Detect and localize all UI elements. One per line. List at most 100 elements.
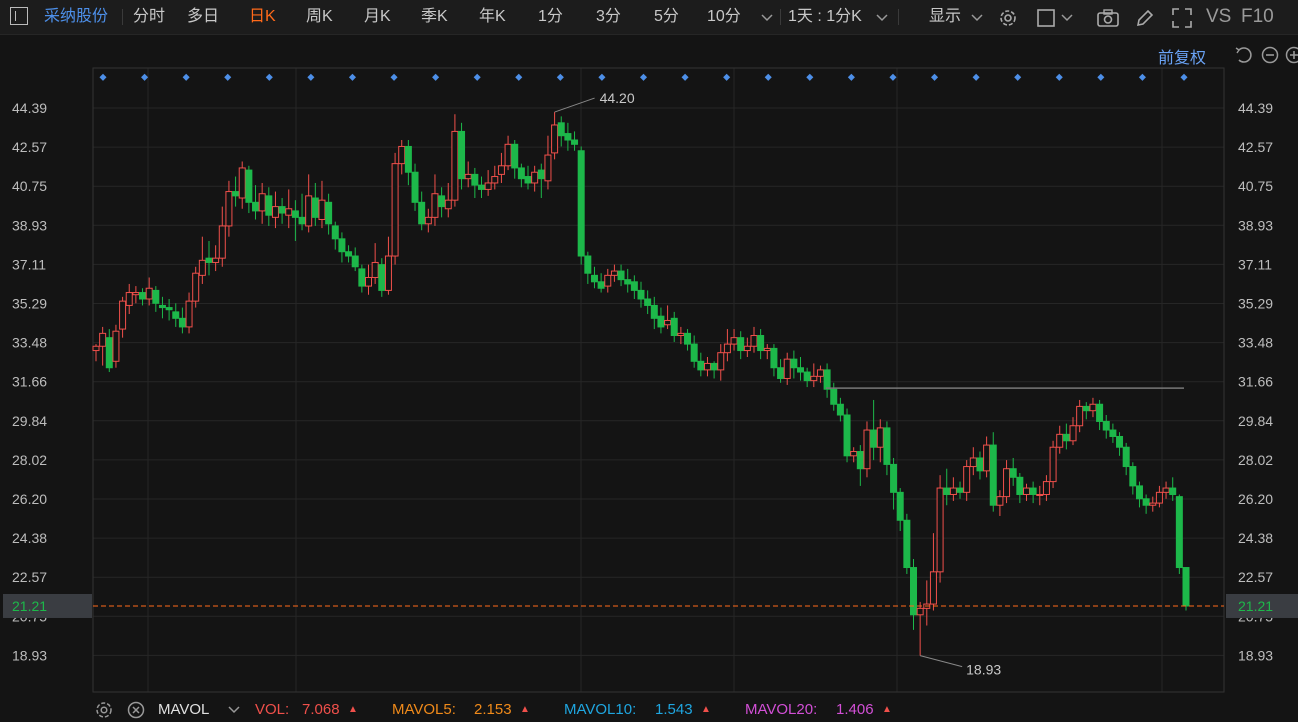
- y-tick-label-right: 40.75: [1238, 178, 1273, 194]
- y-tick-label-right: 37.11: [1238, 256, 1272, 272]
- y-tick-label-right: 22.57: [1238, 569, 1273, 585]
- high-price-label: 44.20: [600, 90, 635, 106]
- candle-up: [916, 607, 924, 616]
- y-tick-label-left: 37.11: [12, 256, 46, 272]
- y-tick-label-right: 18.93: [1238, 647, 1273, 663]
- mavol5-up-arrow-icon: ▲: [520, 704, 530, 715]
- candle-up: [610, 270, 618, 276]
- candle-down: [172, 311, 180, 319]
- candle-down: [803, 371, 811, 382]
- current-price-left: 21.21: [12, 598, 47, 614]
- mavol20-value: 1.406: [836, 701, 874, 718]
- event-marker: [639, 73, 648, 81]
- candle-down: [358, 268, 366, 287]
- kline-chart[interactable]: 44.20 18.93 44.39 42.57 40.75 38.93 37.11 35.2…: [0, 0, 1298, 722]
- candle-down: [896, 491, 904, 521]
- candle-down: [338, 238, 346, 253]
- candle-down: [105, 337, 113, 369]
- candle-down: [1016, 476, 1024, 495]
- candle-up: [497, 165, 505, 175]
- candle-down: [557, 122, 565, 137]
- candle-down: [1062, 433, 1070, 442]
- event-marker: [723, 73, 731, 81]
- current-price-right: 21.21: [1238, 598, 1273, 614]
- y-tick-label-left: 29.84: [12, 413, 47, 429]
- chart-grid: [93, 68, 1224, 692]
- y-tick-label-left: 31.66: [12, 374, 47, 390]
- candle-down: [511, 143, 519, 169]
- candle-down: [165, 307, 173, 311]
- candle-down: [471, 173, 479, 186]
- candle-up: [285, 208, 293, 216]
- y-tick-label-left: 42.57: [12, 139, 47, 155]
- candle-down: [571, 139, 579, 145]
- y-tick-label-left: 22.57: [12, 569, 47, 585]
- indicator-close-icon[interactable]: [126, 698, 146, 722]
- candle-up: [305, 195, 313, 227]
- candle-up: [444, 199, 452, 210]
- y-axis-right: 44.39 42.57 40.75 38.93 37.11 35.29 33.48 31.66…: [1226, 100, 1298, 663]
- candle-up: [677, 332, 685, 337]
- candle-down: [637, 289, 645, 300]
- event-marker: [348, 73, 356, 81]
- candle-down: [158, 304, 166, 309]
- y-tick-label-left: 24.38: [12, 530, 47, 546]
- candle-up: [863, 429, 871, 470]
- candle-up: [225, 191, 233, 227]
- candle-down: [737, 337, 745, 352]
- candle-up: [1036, 493, 1044, 496]
- y-tick-label-left: 18.93: [12, 647, 47, 663]
- candle-up: [551, 124, 559, 154]
- candle-down: [956, 487, 964, 493]
- candle-down: [351, 255, 359, 268]
- event-marker: [182, 73, 190, 81]
- y-tick-label-right: 35.29: [1238, 296, 1273, 312]
- candle-down: [1142, 498, 1150, 506]
- candle-down: [770, 347, 778, 369]
- y-tick-label-right: 28.02: [1238, 452, 1273, 468]
- candle-up: [717, 352, 725, 371]
- candle-down: [1122, 446, 1130, 468]
- candle-down: [524, 176, 532, 184]
- mavol10-label: MAVOL10:: [564, 701, 637, 718]
- candle-up: [125, 292, 133, 306]
- candle-down: [836, 403, 844, 416]
- event-marker: [515, 73, 523, 81]
- candle-up: [983, 444, 991, 472]
- candle-down: [245, 169, 253, 203]
- candle-up: [391, 163, 399, 257]
- indicator-settings-gear-icon[interactable]: [94, 698, 114, 722]
- candle-down: [883, 427, 891, 465]
- event-marker: [681, 73, 689, 81]
- candle-down: [856, 451, 864, 470]
- candle-up: [531, 171, 539, 184]
- candle-down: [989, 444, 997, 506]
- y-tick-label-right: 33.48: [1238, 335, 1273, 351]
- event-marker: [556, 73, 564, 81]
- candle-down: [690, 343, 698, 362]
- indicator-chevron-icon[interactable]: [228, 698, 240, 722]
- candle-down: [584, 255, 592, 274]
- candle-up: [384, 255, 392, 291]
- candle-down: [411, 171, 419, 203]
- candle-down: [438, 195, 446, 208]
- indicator-name[interactable]: MAVOL: [158, 698, 209, 722]
- y-tick-label-right: 44.39: [1238, 100, 1273, 116]
- candle-down: [232, 191, 240, 197]
- candle-down: [477, 184, 485, 190]
- chart-border: [92, 67, 1225, 693]
- candle-down: [1135, 485, 1143, 500]
- y-tick-label-left: 44.39: [12, 100, 47, 116]
- candle-up: [198, 259, 206, 276]
- candle-up: [491, 176, 499, 184]
- candle-up: [723, 343, 731, 354]
- event-marker: [889, 73, 897, 81]
- candle-up: [484, 182, 492, 190]
- candle-up: [132, 292, 140, 296]
- y-tick-label-right: 26.20: [1238, 491, 1273, 507]
- candle-down: [624, 279, 632, 285]
- candle-up: [398, 145, 406, 165]
- candle-up: [604, 274, 612, 287]
- candle-down: [777, 367, 785, 379]
- candle-up: [1089, 403, 1097, 412]
